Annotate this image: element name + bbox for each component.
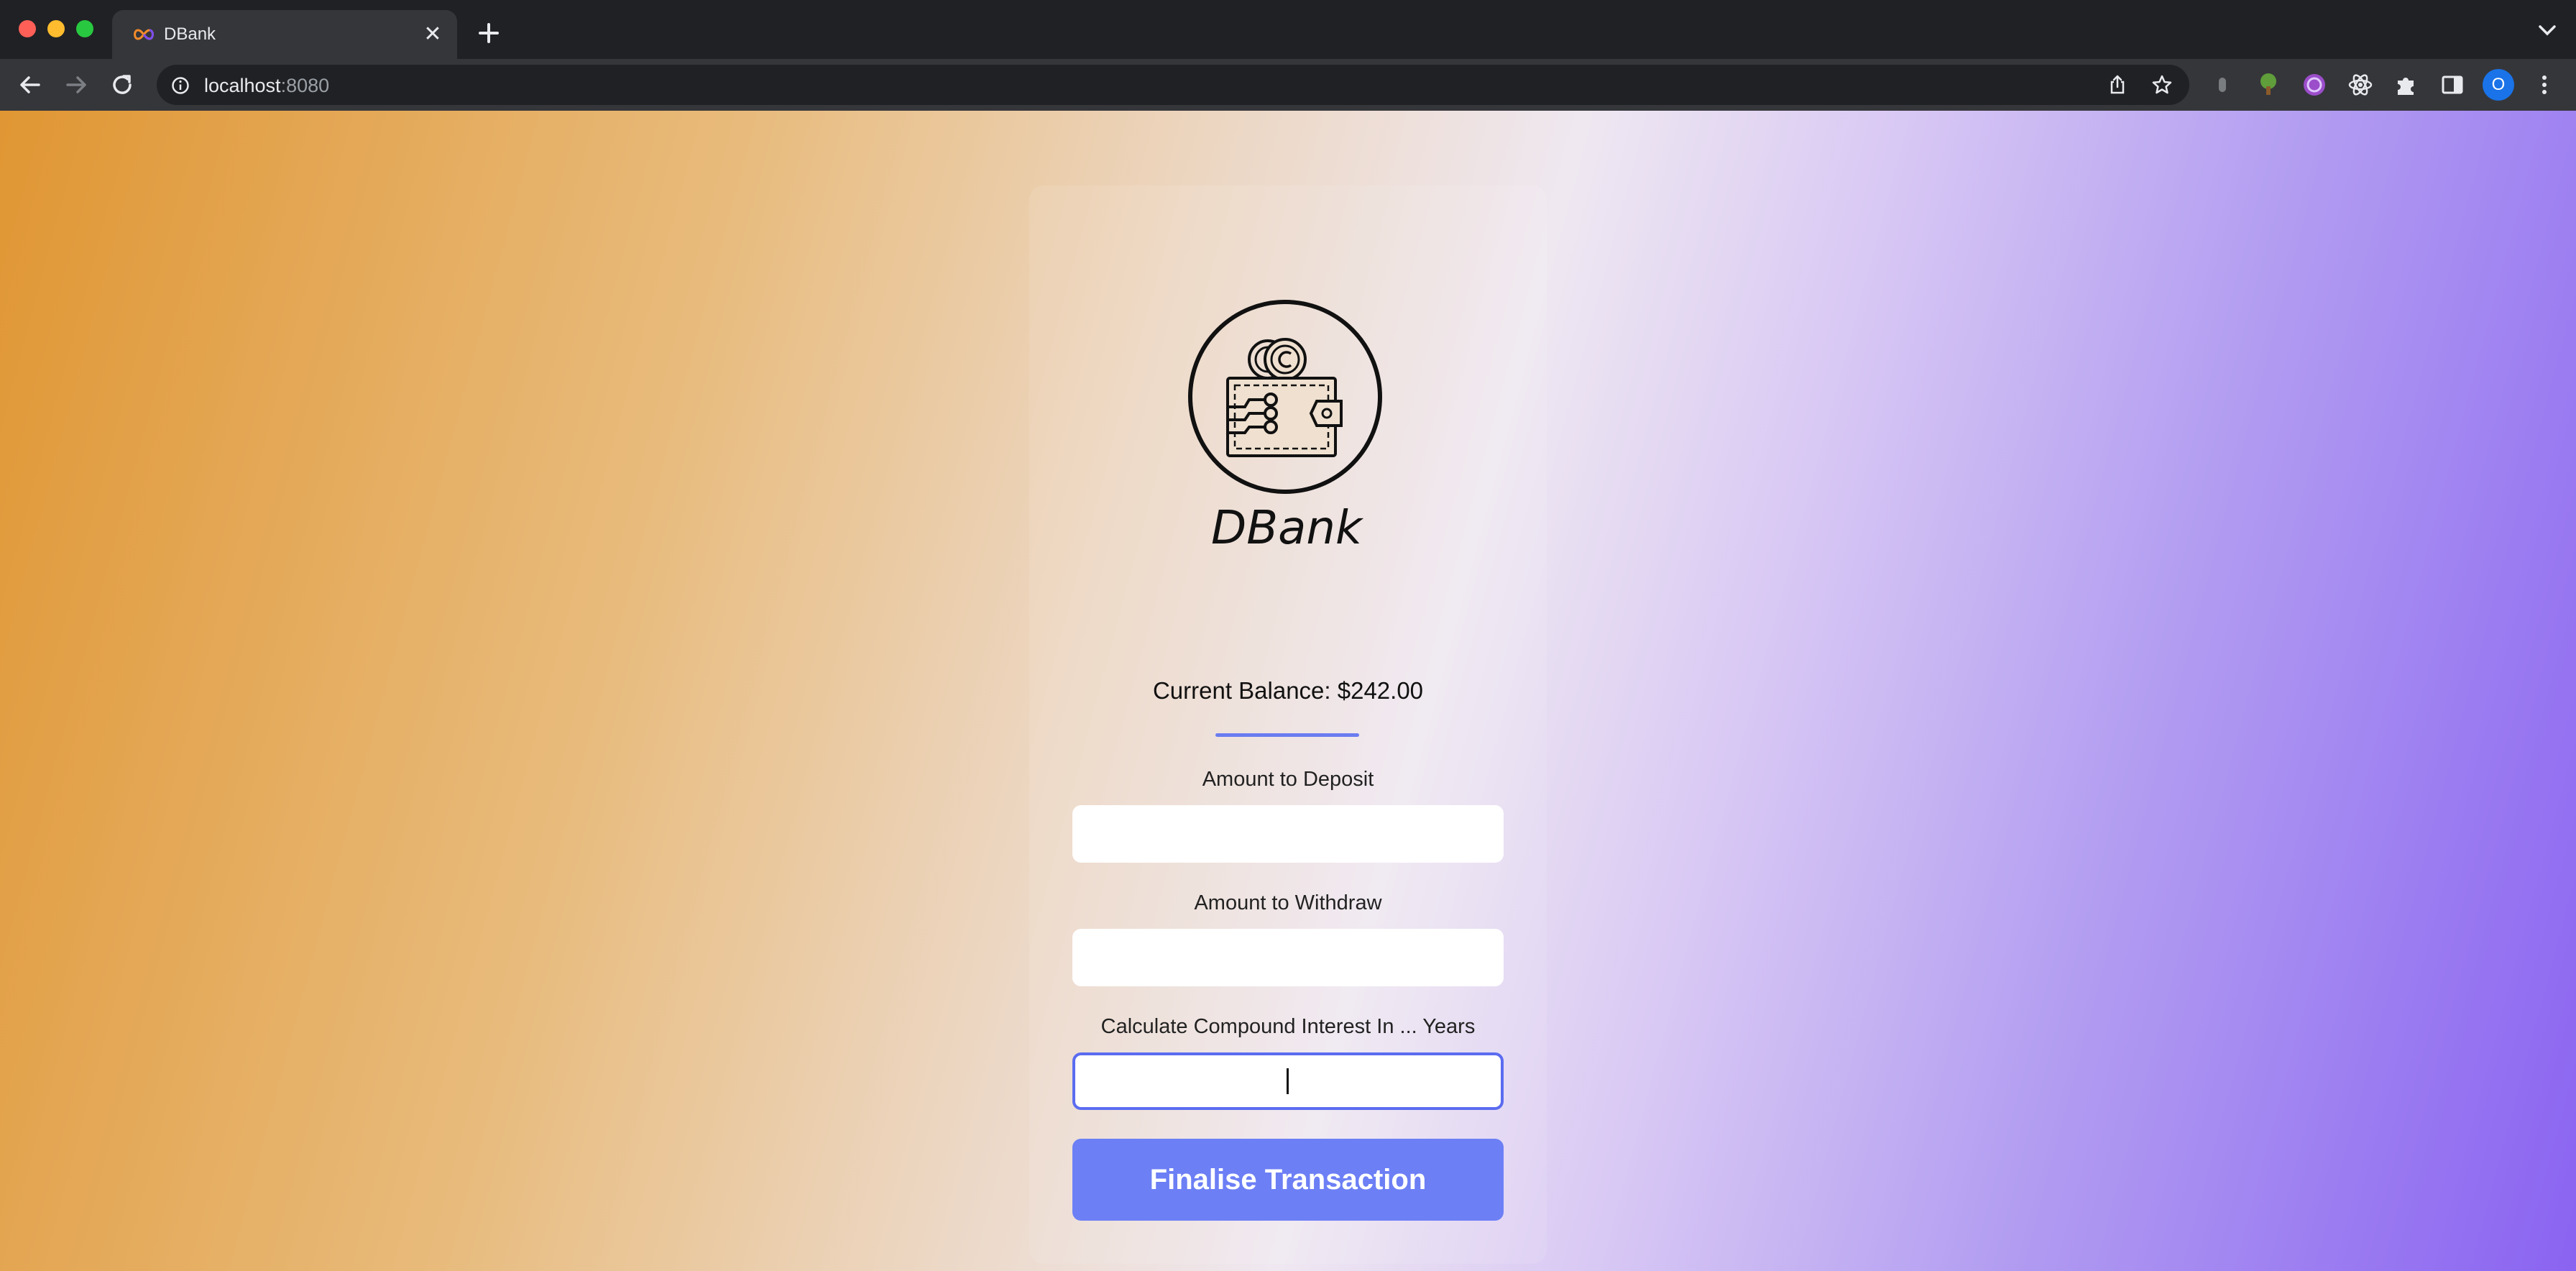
back-arrow-icon[interactable] bbox=[16, 70, 45, 99]
reload-icon[interactable] bbox=[108, 70, 137, 99]
withdraw-amount-input[interactable] bbox=[1072, 929, 1504, 986]
address-bar[interactable]: localhost:8080 bbox=[157, 65, 2189, 105]
site-info-icon[interactable] bbox=[171, 76, 190, 95]
extension-purple-icon[interactable] bbox=[2299, 69, 2330, 101]
interest-years-label: Calculate Compound Interest In ... Years bbox=[1100, 1015, 1476, 1038]
profile-avatar[interactable]: O bbox=[2483, 69, 2514, 101]
forward-arrow-icon[interactable] bbox=[62, 70, 91, 99]
browser-tab-strip: DBank ✕ bbox=[0, 0, 2576, 59]
dbank-page: DBank Current Balance: $242.00 Amount to… bbox=[0, 111, 2576, 1271]
window-minimize-button[interactable] bbox=[47, 20, 65, 37]
text-caret bbox=[1287, 1068, 1289, 1094]
deposit-amount-input[interactable] bbox=[1072, 805, 1504, 863]
tab-title: DBank bbox=[164, 24, 216, 44]
new-tab-plus-icon[interactable] bbox=[474, 19, 503, 47]
browser-menu-kebab-icon[interactable] bbox=[2529, 69, 2560, 101]
current-balance: Current Balance: $242.00 bbox=[1152, 677, 1424, 704]
deposit-label: Amount to Deposit bbox=[1202, 768, 1374, 791]
withdraw-label: Amount to Withdraw bbox=[1194, 891, 1382, 914]
window-zoom-button[interactable] bbox=[76, 20, 93, 37]
dfinity-favicon-icon bbox=[134, 29, 154, 40]
bookmark-star-icon[interactable] bbox=[2150, 73, 2174, 96]
react-devtools-icon[interactable] bbox=[2345, 69, 2376, 101]
extension-gray-icon[interactable] bbox=[2207, 69, 2238, 101]
tab-search-chevron-icon[interactable] bbox=[2537, 23, 2557, 37]
wallet-logo-icon bbox=[1188, 300, 1382, 494]
tab-close-icon[interactable]: ✕ bbox=[421, 23, 444, 46]
balance-divider bbox=[1215, 733, 1359, 737]
browser-tab-dbank[interactable]: DBank ✕ bbox=[112, 10, 457, 59]
browser-toolbar: localhost:8080 O bbox=[0, 59, 2576, 111]
extensions-puzzle-icon[interactable] bbox=[2391, 69, 2422, 101]
brand-name: DBank bbox=[1210, 502, 1363, 555]
url-text: localhost:8080 bbox=[204, 75, 330, 96]
finalise-transaction-button[interactable]: Finalise Transaction bbox=[1072, 1139, 1504, 1221]
share-icon[interactable] bbox=[2106, 73, 2129, 96]
extension-tree-icon[interactable] bbox=[2253, 69, 2284, 101]
window-close-button[interactable] bbox=[19, 20, 36, 37]
side-panel-icon[interactable] bbox=[2437, 69, 2468, 101]
